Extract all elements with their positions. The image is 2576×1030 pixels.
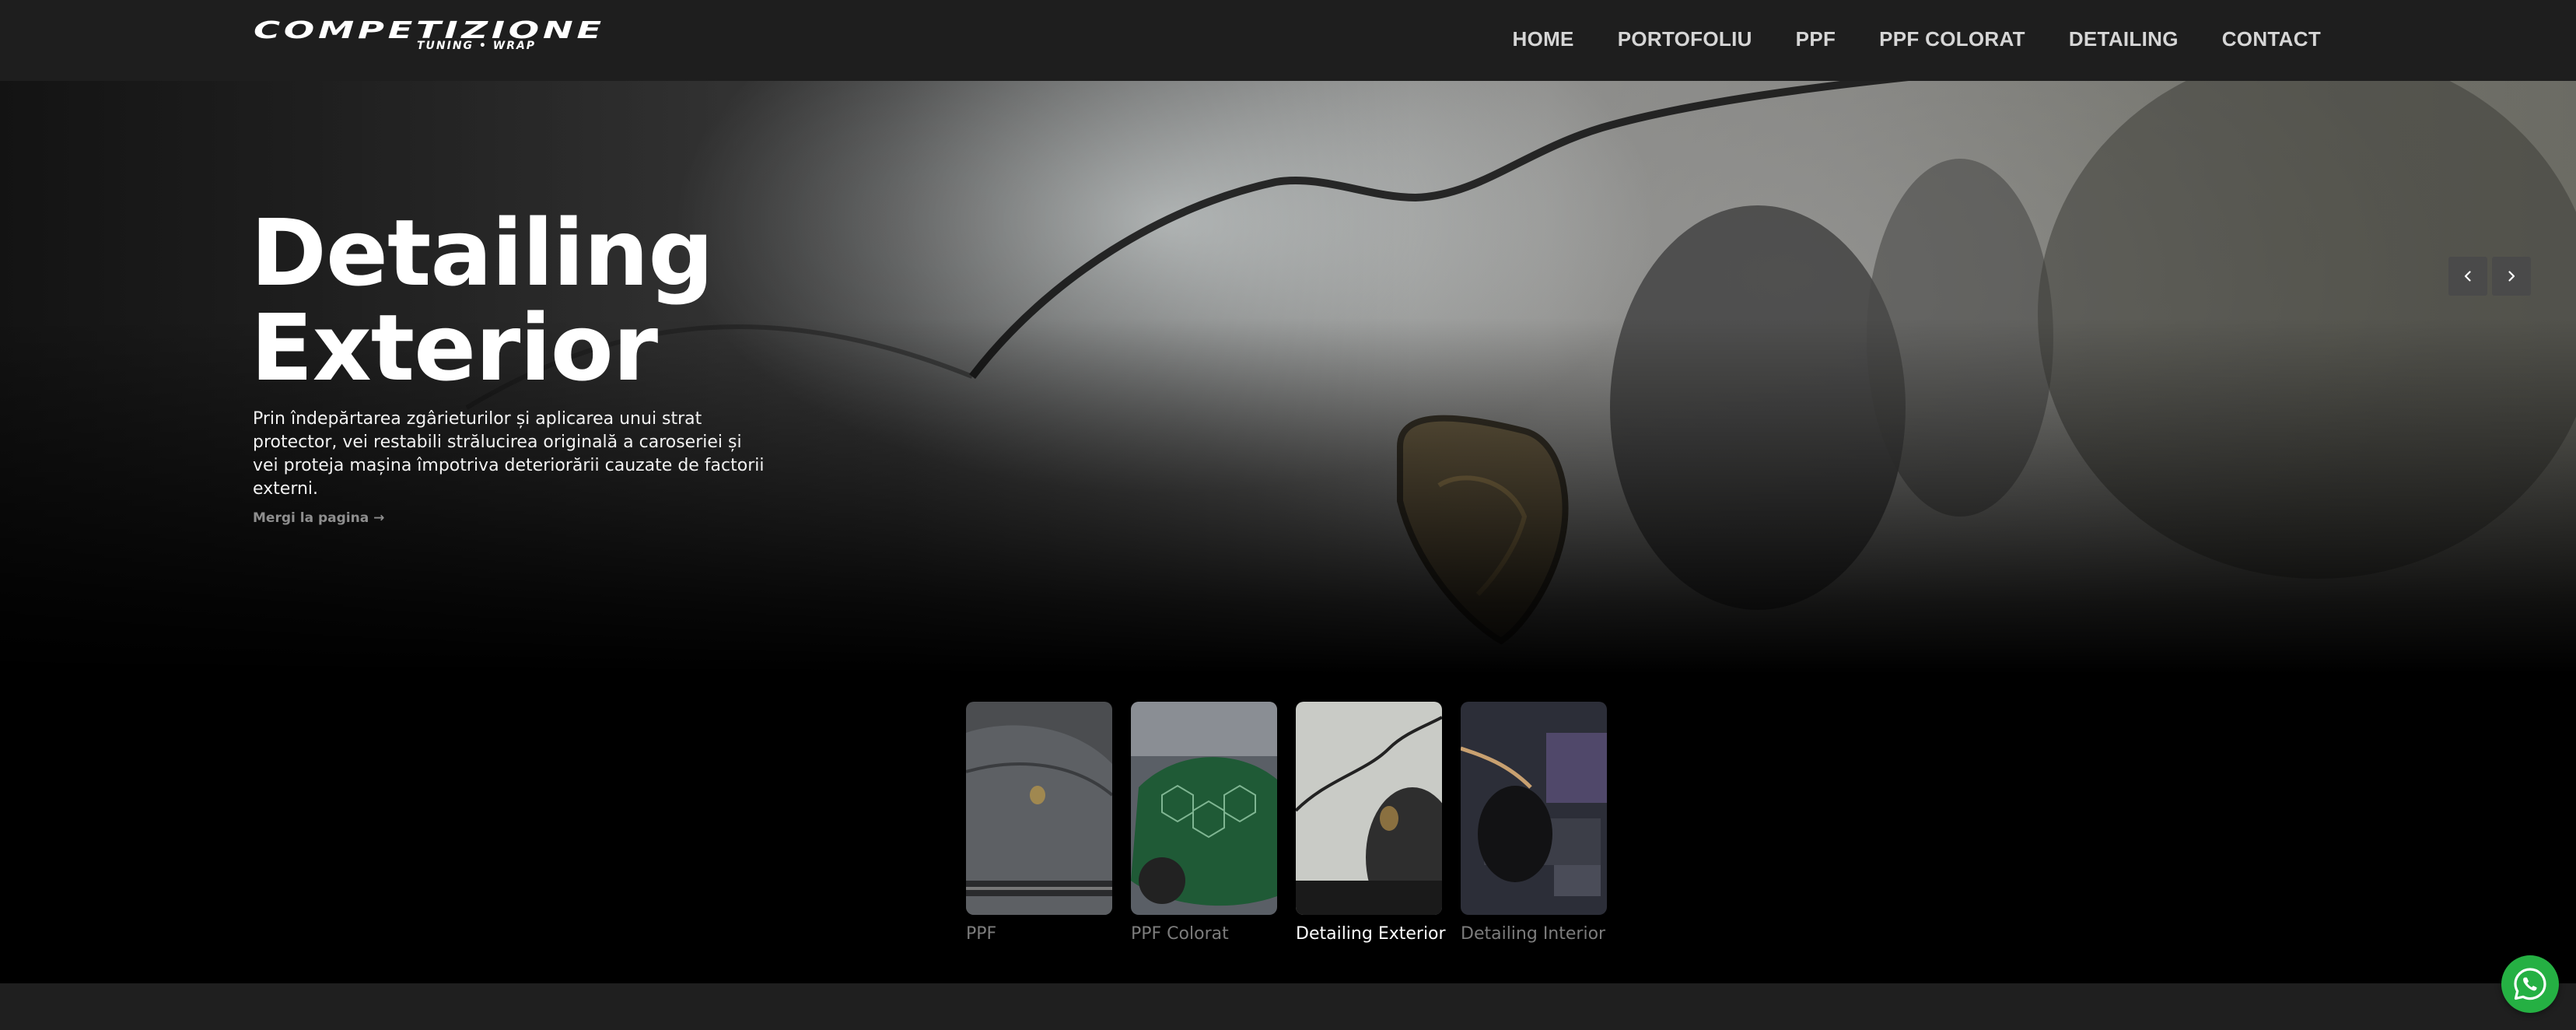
thumbnail-detailing-interior[interactable]: Detailing Interior — [1461, 702, 1607, 944]
thumbnail-detailing-exterior[interactable]: Detailing Exterior — [1296, 702, 1446, 944]
whatsapp-button[interactable] — [2501, 955, 2559, 1013]
nav-ppf[interactable]: PPF — [1796, 27, 1836, 51]
thumbnail-image — [966, 702, 1112, 915]
hero-title-line2: Exterior — [250, 294, 658, 401]
whatsapp-icon — [2514, 968, 2546, 1000]
thumbnail-label: Detailing Exterior — [1296, 924, 1446, 944]
nav-detailing[interactable]: DETAILING — [2069, 27, 2179, 51]
nav-portofoliu[interactable]: PORTOFOLIU — [1618, 27, 1752, 51]
thumbnail-label: PPF — [966, 924, 997, 944]
site-header: COMPETIZIONE TUNING • WRAP HOME PORTOFOL… — [0, 0, 2576, 81]
hero-title-line1: Detailing — [250, 199, 714, 307]
chevron-left-icon — [2464, 271, 2471, 282]
slider-next-button[interactable] — [2492, 257, 2531, 296]
thumbnail-image — [1131, 702, 1277, 915]
logo-tagline: TUNING • WRAP — [417, 40, 537, 52]
nav-home[interactable]: HOME — [1513, 27, 1574, 51]
thumbnail-label: Detailing Interior — [1461, 924, 1606, 944]
nav-ppf-colorat[interactable]: PPF COLORAT — [1879, 27, 2025, 51]
thumbnail-image — [1296, 702, 1442, 915]
chevron-right-icon — [2508, 271, 2515, 282]
brand-logo[interactable]: COMPETIZIONE TUNING • WRAP — [254, 17, 601, 53]
go-to-page-link[interactable]: Mergi la pagina → — [253, 510, 384, 526]
slider-thumbnails: PPF PPF Colorat Detailing Exterior Detai… — [0, 674, 2576, 983]
thumbnail-ppf-colorat[interactable]: PPF Colorat — [1131, 702, 1277, 944]
footer-band — [0, 983, 2576, 1030]
hero-title: Detailing Exterior — [250, 205, 795, 395]
hero-description: Prin îndepărtarea zgârieturilor și aplic… — [253, 409, 765, 499]
hero-slider: Detailing Exterior Prin îndepărtarea zgâ… — [0, 81, 2576, 674]
thumbnail-ppf[interactable]: PPF — [966, 702, 1112, 944]
thumbnail-label: PPF Colorat — [1131, 924, 1229, 944]
nav-contact[interactable]: CONTACT — [2222, 27, 2321, 51]
thumbnail-image — [1461, 702, 1607, 915]
main-nav: HOME PORTOFOLIU PPF PPF COLORAT DETAILIN… — [1513, 0, 2322, 78]
slider-prev-button[interactable] — [2448, 257, 2487, 296]
